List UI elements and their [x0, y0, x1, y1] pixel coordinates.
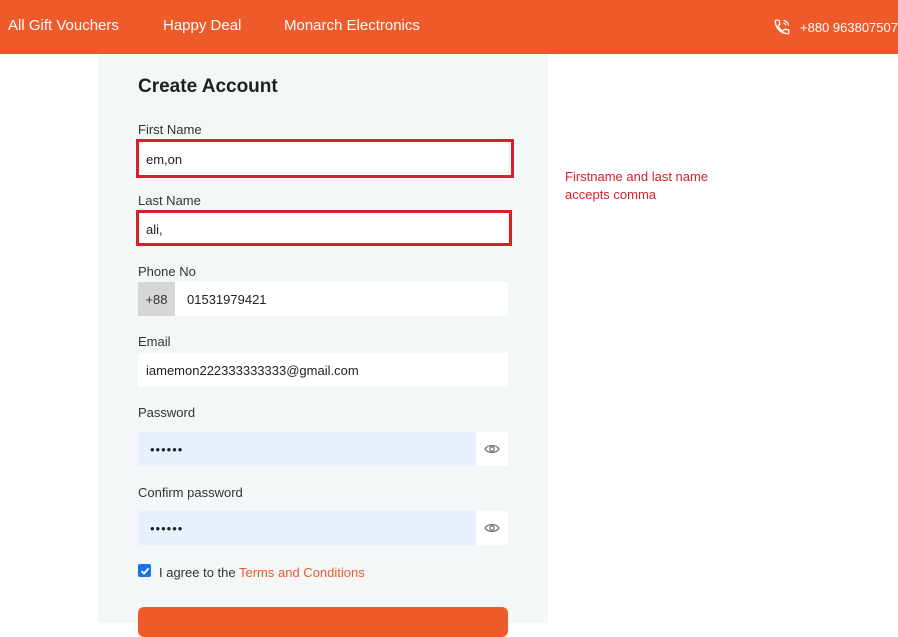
top-nav-bar: All Gift Vouchers Happy Deal Monarch Ele… [0, 0, 898, 54]
password-label: Password [138, 405, 196, 420]
confirm-password-toggle-button[interactable] [476, 511, 508, 545]
terms-prefix-text: I agree to the [159, 565, 239, 580]
create-account-button[interactable] [138, 607, 508, 637]
email-input[interactable]: iamemon222333333333@gmail.com [138, 353, 508, 387]
eye-icon [484, 523, 500, 533]
nav-link-monarch-electronics[interactable]: Monarch Electronics [284, 17, 420, 34]
annotation-note: Firstname and last name accepts comma [565, 169, 709, 202]
password-toggle-button[interactable] [476, 432, 508, 466]
checkmark-icon [140, 567, 149, 575]
confirm-password-label: Confirm password [138, 485, 243, 500]
nav-link-happy-deal[interactable]: Happy Deal [163, 17, 241, 34]
last-name-label: Last Name [138, 193, 201, 208]
page-title: Create Account [138, 76, 278, 97]
nav-link-gift-vouchers[interactable]: All Gift Vouchers [8, 17, 119, 34]
terms-agreement-text: I agree to the Terms and Conditions [159, 565, 365, 580]
password-input[interactable]: •••••• [138, 432, 476, 466]
confirm-password-input[interactable]: •••••• [138, 511, 476, 545]
last-name-highlight-box [136, 210, 512, 246]
eye-icon [484, 444, 500, 454]
phone-label: Phone No [138, 264, 196, 279]
phone-number: +880 9638075079 [800, 19, 898, 35]
phone-icon [774, 19, 790, 35]
first-name-highlight-box [136, 139, 514, 178]
email-label: Email [138, 334, 171, 349]
first-name-label: First Name [138, 122, 202, 137]
phone-country-prefix: +88 [138, 282, 175, 316]
terms-checkbox[interactable] [138, 564, 151, 577]
terms-link[interactable]: Terms and Conditions [239, 565, 365, 580]
phone-contact[interactable]: +880 9638075079 [773, 17, 898, 37]
phone-input[interactable]: 01531979421 [175, 282, 508, 316]
